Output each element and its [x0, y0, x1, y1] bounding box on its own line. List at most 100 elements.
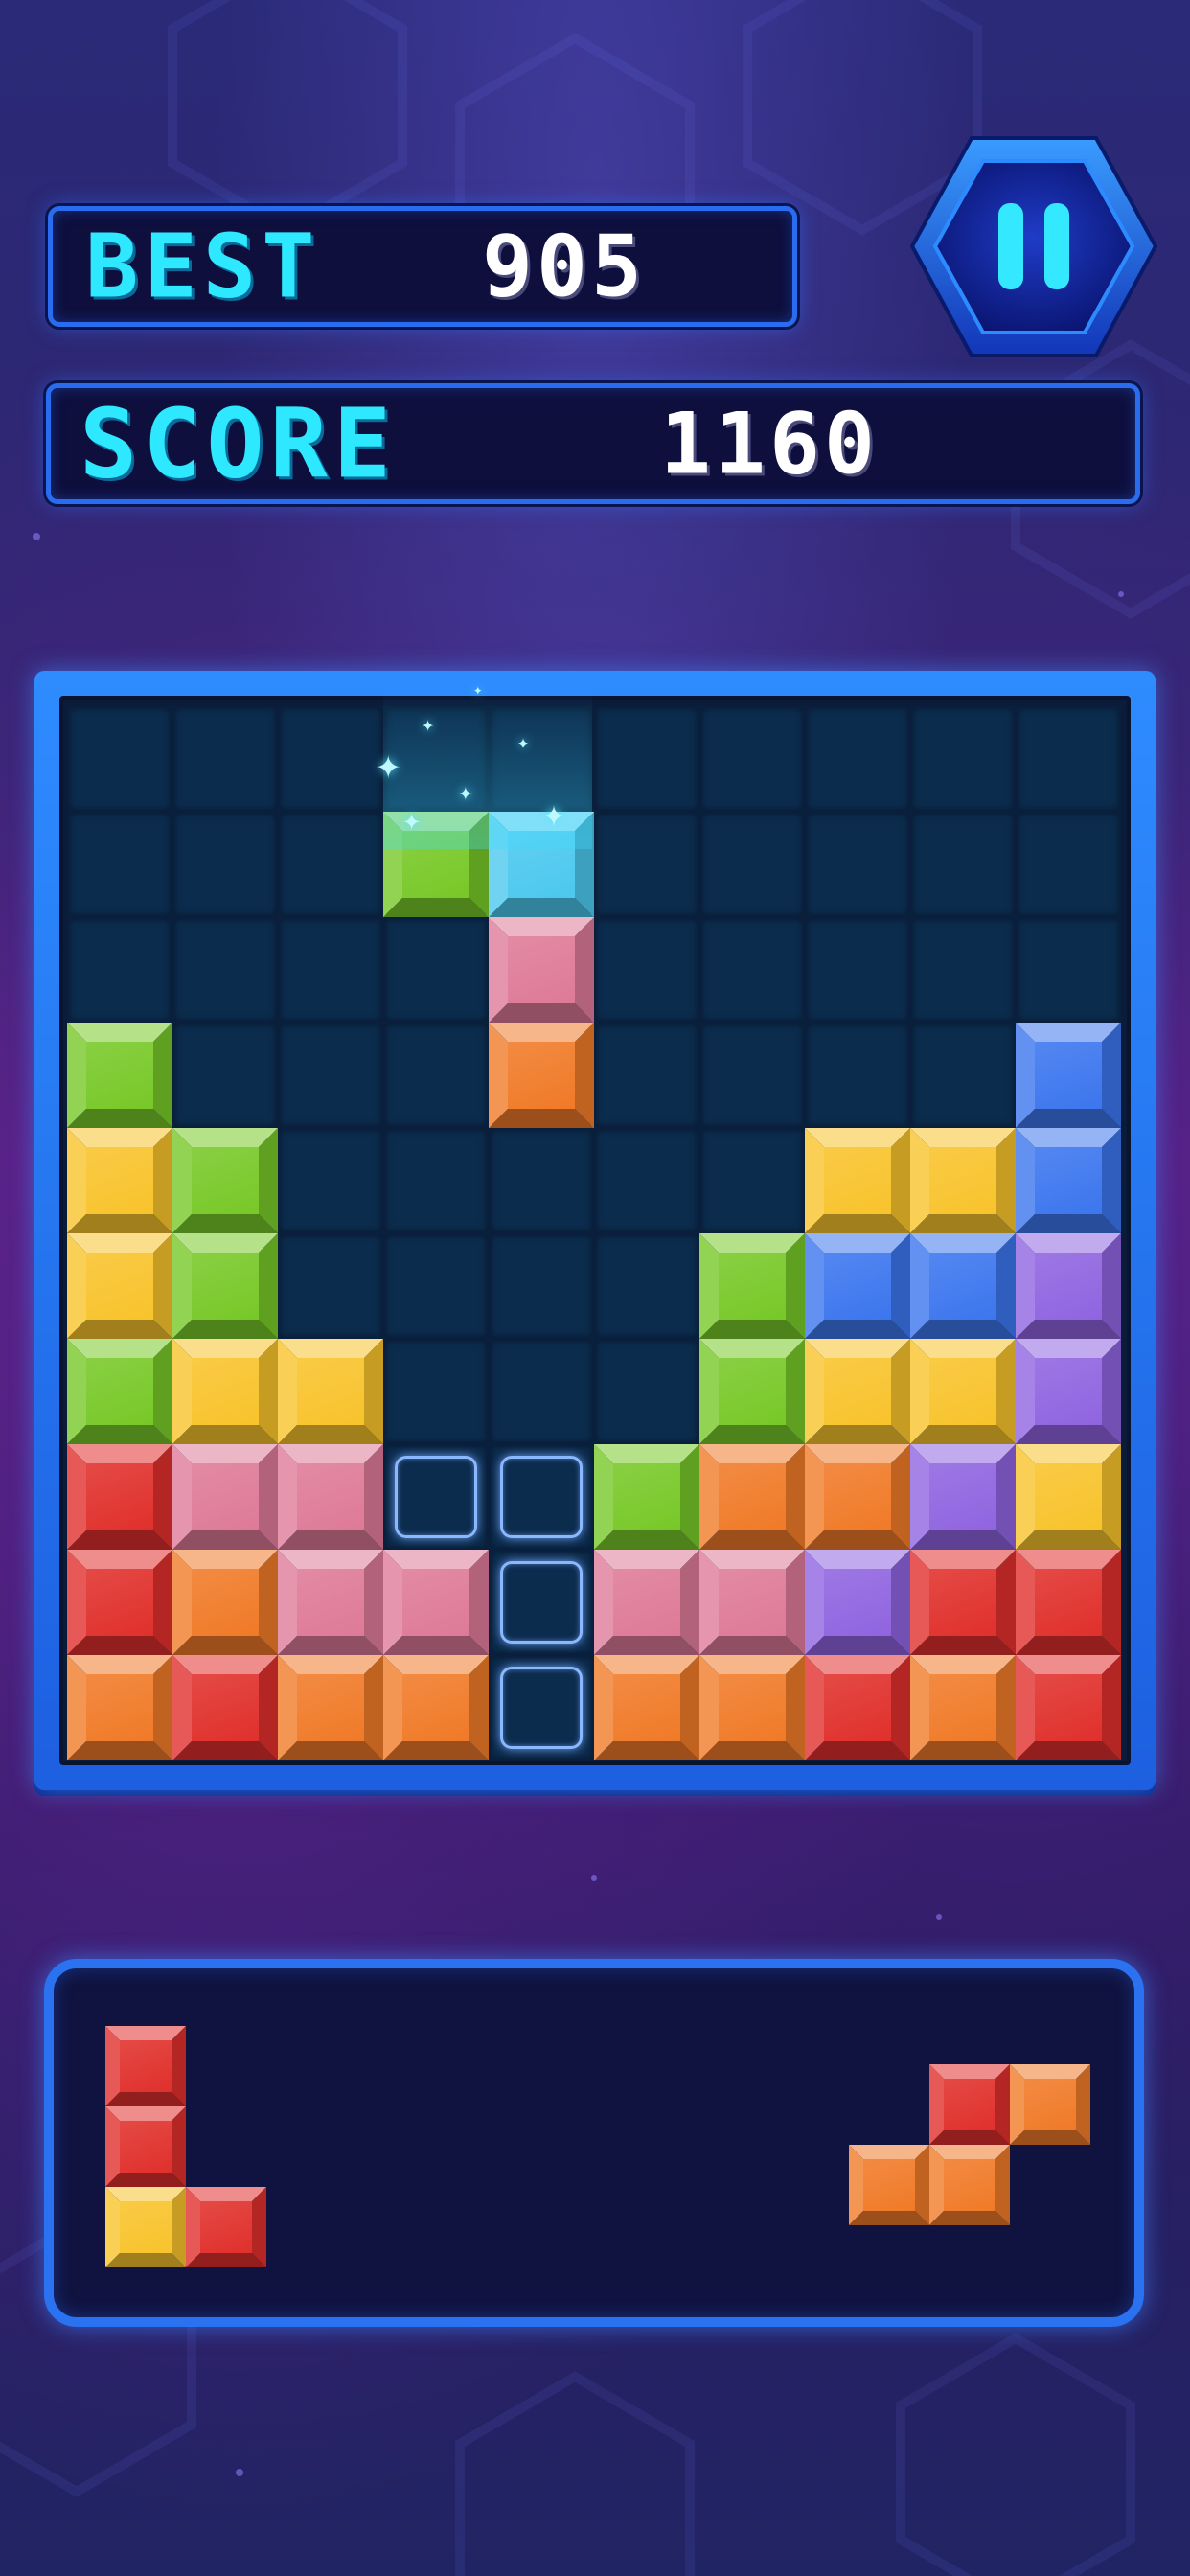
board-cell[interactable]	[805, 812, 910, 917]
placement-hint-cell[interactable]	[489, 1550, 594, 1655]
red-block	[105, 2106, 186, 2187]
placement-hint-cell[interactable]	[489, 1655, 594, 1760]
orange-block-active	[489, 1023, 594, 1128]
board-cell[interactable]	[805, 917, 910, 1023]
board-cell[interactable]	[699, 1023, 805, 1128]
pink-block	[383, 1550, 489, 1655]
orange-block	[910, 1655, 1016, 1760]
board-cell[interactable]	[278, 706, 383, 812]
board-cell[interactable]	[594, 917, 699, 1023]
board-cell[interactable]	[278, 917, 383, 1023]
green-block	[172, 1128, 278, 1233]
board-cell[interactable]	[1016, 812, 1121, 917]
board-cell[interactable]	[383, 1128, 489, 1233]
yellow-block	[67, 1233, 172, 1339]
board-cell[interactable]	[594, 812, 699, 917]
yellow-block	[1016, 1444, 1121, 1550]
board-cell[interactable]	[489, 706, 594, 812]
score-value: 1160	[660, 394, 879, 494]
placement-hint-cell[interactable]	[489, 1444, 594, 1550]
board-cell[interactable]	[594, 1128, 699, 1233]
score-label: SCORE	[80, 387, 398, 500]
tray-piece-l-shape[interactable]	[105, 2026, 268, 2267]
board-cell[interactable]	[1016, 706, 1121, 812]
board-cell[interactable]	[1016, 917, 1121, 1023]
board-cell[interactable]	[910, 1023, 1016, 1128]
board-cell[interactable]	[383, 1233, 489, 1339]
purple-block	[805, 1550, 910, 1655]
blue-block	[1016, 1128, 1121, 1233]
board-cell[interactable]	[594, 1233, 699, 1339]
green-block	[67, 1339, 172, 1444]
board-cell[interactable]	[383, 1339, 489, 1444]
board-cell[interactable]	[172, 706, 278, 812]
best-score-panel: BEST 905	[48, 206, 797, 327]
board-cell[interactable]	[805, 1023, 910, 1128]
red-block	[186, 2187, 266, 2267]
board-cell[interactable]	[910, 706, 1016, 812]
board-cell[interactable]	[67, 917, 172, 1023]
game-board[interactable]	[67, 706, 1121, 1760]
board-cell[interactable]	[172, 917, 278, 1023]
board-cell[interactable]	[278, 1128, 383, 1233]
board-cell[interactable]	[172, 1023, 278, 1128]
red-block	[67, 1550, 172, 1655]
blue-block	[910, 1233, 1016, 1339]
pause-icon	[909, 136, 1158, 357]
orange-block	[805, 1444, 910, 1550]
yellow-block	[910, 1339, 1016, 1444]
tray-piece-s-shape[interactable]	[849, 2064, 1092, 2227]
orange-block	[1010, 2064, 1090, 2145]
board-cell[interactable]	[383, 706, 489, 812]
green-block	[67, 1023, 172, 1128]
board-cell[interactable]	[278, 812, 383, 917]
cyan-block-active	[489, 812, 594, 917]
board-cell[interactable]	[594, 1339, 699, 1444]
board-cell[interactable]	[489, 1233, 594, 1339]
board-cell[interactable]	[594, 1023, 699, 1128]
board-cell[interactable]	[910, 812, 1016, 917]
board-cell[interactable]	[910, 917, 1016, 1023]
yellow-block	[805, 1339, 910, 1444]
orange-block	[929, 2145, 1010, 2225]
pause-button[interactable]	[908, 134, 1159, 359]
yellow-block	[67, 1128, 172, 1233]
green-block	[172, 1233, 278, 1339]
red-block	[172, 1655, 278, 1760]
board-cell[interactable]	[489, 1339, 594, 1444]
pink-block	[594, 1550, 699, 1655]
board-cell[interactable]	[594, 706, 699, 812]
green-block	[594, 1444, 699, 1550]
yellow-block	[805, 1128, 910, 1233]
board-cell[interactable]	[383, 1023, 489, 1128]
best-label: BEST	[85, 215, 321, 318]
yellow-block	[910, 1128, 1016, 1233]
board-cell[interactable]	[278, 1233, 383, 1339]
blue-block	[805, 1233, 910, 1339]
pink-block-active	[489, 917, 594, 1023]
pink-block	[278, 1550, 383, 1655]
board-cell[interactable]	[67, 706, 172, 812]
board-cell[interactable]	[67, 812, 172, 917]
score-panel: SCORE 1160	[46, 383, 1140, 504]
red-block	[805, 1655, 910, 1760]
orange-block	[699, 1655, 805, 1760]
red-block	[1016, 1655, 1121, 1760]
purple-block	[1016, 1339, 1121, 1444]
board-cell[interactable]	[805, 706, 910, 812]
board-cell[interactable]	[699, 706, 805, 812]
board-cell[interactable]	[383, 917, 489, 1023]
board-cell[interactable]	[699, 812, 805, 917]
orange-block	[383, 1655, 489, 1760]
red-block	[105, 2026, 186, 2106]
board-cell[interactable]	[489, 1128, 594, 1233]
board-cell[interactable]	[172, 812, 278, 917]
green-block-active	[383, 812, 489, 917]
placement-hint-cell[interactable]	[383, 1444, 489, 1550]
yellow-block	[105, 2187, 186, 2267]
orange-block	[278, 1655, 383, 1760]
board-cell[interactable]	[699, 1128, 805, 1233]
pink-block	[278, 1444, 383, 1550]
board-cell[interactable]	[699, 917, 805, 1023]
board-cell[interactable]	[278, 1023, 383, 1128]
